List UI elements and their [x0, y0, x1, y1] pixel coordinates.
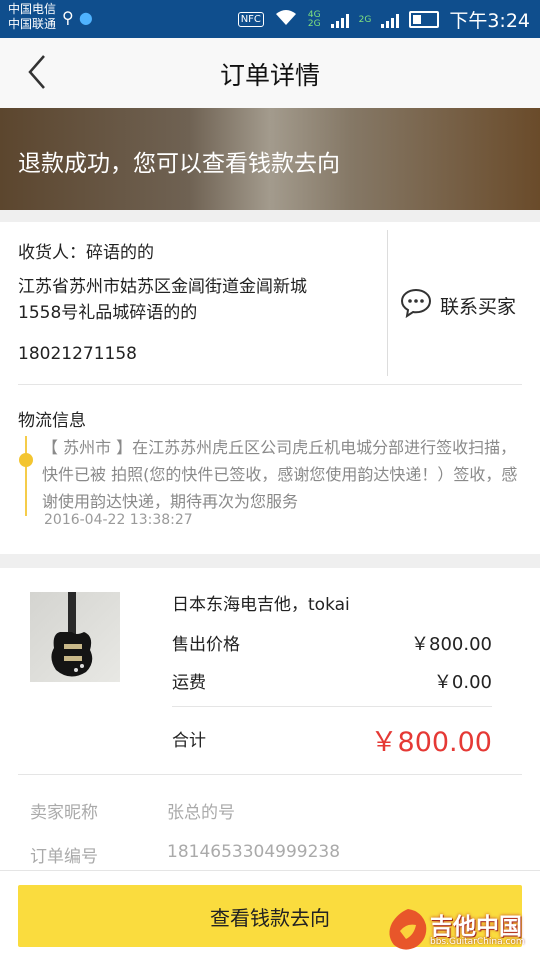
status-bar: 中国电信 中国联通 ⚲ ● NFC 4G 2G 2G 下午3:24 — [0, 0, 540, 38]
wifi-icon — [274, 8, 298, 31]
logistics-time: 2016-04-22 13:38:27 — [44, 512, 193, 528]
receiver-card: 收货人：碎语的的 江苏省苏州市姑苏区金阊街道金阊新城1558号礼品城碎语的的 1… — [0, 222, 540, 554]
signal-icon-2 — [381, 12, 400, 28]
clock: 下午3:24 — [449, 10, 530, 32]
timeline-line — [25, 436, 27, 516]
site-watermark: 吉他中国 bbs.GuitarChina.com — [386, 905, 536, 955]
carrier-info: 中国电信 中国联通 — [8, 2, 56, 32]
app-header: 订单详情 — [0, 38, 540, 109]
seller-nickname: 张总的号 — [167, 803, 235, 823]
guitar-logo-icon — [389, 909, 427, 950]
seller-nickname-label: 卖家昵称 — [30, 803, 98, 823]
divider — [18, 774, 522, 775]
search-icon: ⚲ — [62, 8, 74, 27]
page-title: 订单详情 — [219, 61, 320, 90]
qq-icon: ● — [78, 8, 93, 27]
logistics-title: 物流信息 — [18, 411, 86, 431]
system-icons: NFC 4G 2G 2G 下午3:24 — [237, 6, 530, 33]
shipping-value: ￥0.00 — [433, 672, 492, 693]
guitar-image — [51, 592, 93, 677]
battery-icon — [409, 11, 440, 28]
watermark-name: 吉他中国 — [430, 914, 522, 940]
divider — [172, 706, 492, 707]
logistics-text: 【 苏州市 】在江苏苏州虎丘区公司虎丘机电城分部进行签收扫描，快件已被 拍照(您… — [42, 438, 518, 511]
chat-bubble-icon — [400, 288, 432, 323]
network-2g-b: 2G — [358, 14, 372, 25]
shipping-label: 运费 — [172, 673, 206, 693]
refund-status-banner: 退款成功，您可以查看钱款去向 — [0, 108, 540, 210]
price-label: 售出价格 — [172, 635, 240, 655]
contact-buyer-button[interactable]: 联系买家 — [400, 288, 516, 323]
network-2g-label: 2G — [307, 18, 321, 29]
divider — [387, 230, 388, 376]
refund-status-text: 退款成功，您可以查看钱款去向 — [18, 151, 340, 177]
notification-icons: ⚲ ● — [62, 8, 93, 27]
nfc-icon: NFC — [237, 12, 264, 27]
order-number-label: 订单编号 — [30, 847, 98, 867]
order-number: 1814653304999238 — [167, 842, 341, 862]
contact-buyer-label: 联系买家 — [440, 296, 517, 318]
network-type: 4G 2G — [307, 10, 321, 29]
divider — [18, 384, 522, 385]
price-value: ￥800.00 — [411, 634, 492, 655]
receiver-phone: 18021271158 — [18, 344, 137, 364]
product-name: 日本东海电吉他，tokai — [172, 595, 350, 615]
product-thumbnail[interactable] — [30, 592, 120, 682]
signal-icon — [330, 12, 349, 28]
timeline-dot-icon — [19, 453, 33, 467]
receiver-name: 收货人：碎语的的 — [18, 243, 154, 263]
carrier-1: 中国电信 — [8, 2, 57, 16]
carrier-2: 中国联通 — [8, 17, 57, 31]
receiver-address: 江苏省苏州市姑苏区金阊街道金阊新城1558号礼品城碎语的的 — [18, 277, 307, 323]
watermark-url: bbs.GuitarChina.com — [430, 937, 525, 947]
total-label: 合计 — [172, 731, 206, 751]
total-value: ￥800.00 — [370, 727, 492, 758]
